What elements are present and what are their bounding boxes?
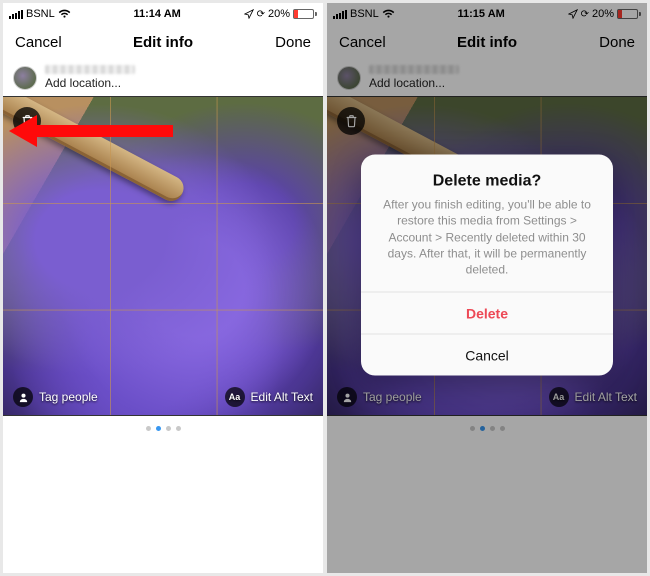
tag-people-label: Tag people [39,390,98,404]
caption-row: Add location... [3,61,323,96]
signal-icon [9,10,23,19]
clock: 11:14 AM [134,8,181,20]
dot[interactable] [156,426,161,431]
caption-text[interactable] [45,65,135,74]
dialog-delete-button[interactable]: Delete [361,292,613,334]
done-button[interactable]: Done [251,34,311,51]
add-location-button[interactable]: Add location... [45,76,135,90]
carousel-dots [3,416,323,441]
rotation-lock-icon: ⟳ [257,9,265,20]
avatar[interactable] [13,66,37,90]
trash-icon [21,114,34,128]
battery-pct: 20% [268,8,290,20]
cancel-button[interactable]: Cancel [15,34,75,51]
battery-icon [293,9,317,19]
status-bar: BSNL 11:14 AM ⟳ 20% [3,3,323,23]
edit-alt-text-button[interactable]: Aa Edit Alt Text [225,387,313,407]
delete-dialog: Delete media? After you finish editing, … [361,155,613,376]
dot[interactable] [146,426,151,431]
dialog-message: After you finish editing, you'll be able… [379,197,595,278]
dot[interactable] [176,426,181,431]
wifi-icon [58,9,71,19]
dot[interactable] [166,426,171,431]
location-arrow-icon [244,9,254,19]
tag-people-button[interactable]: Tag people [13,387,98,407]
navbar: Cancel Edit info Done [3,23,323,61]
alt-text-icon: Aa [225,387,245,407]
screenshot-left: BSNL 11:14 AM ⟳ 20% Cancel Edit info Don… [3,3,323,573]
carrier-label: BSNL [26,8,55,20]
person-icon [13,387,33,407]
page-title: Edit info [133,34,193,51]
post-image [3,97,323,415]
delete-media-button[interactable] [13,107,41,135]
dialog-cancel-button[interactable]: Cancel [361,334,613,376]
alt-text-label: Edit Alt Text [251,390,313,404]
screenshot-right: BSNL 11:15 AM ⟳ 20% Cancel Edit info Don… [327,3,647,573]
dialog-title: Delete media? [379,173,595,191]
image-editor[interactable]: Tag people Aa Edit Alt Text [3,96,323,416]
